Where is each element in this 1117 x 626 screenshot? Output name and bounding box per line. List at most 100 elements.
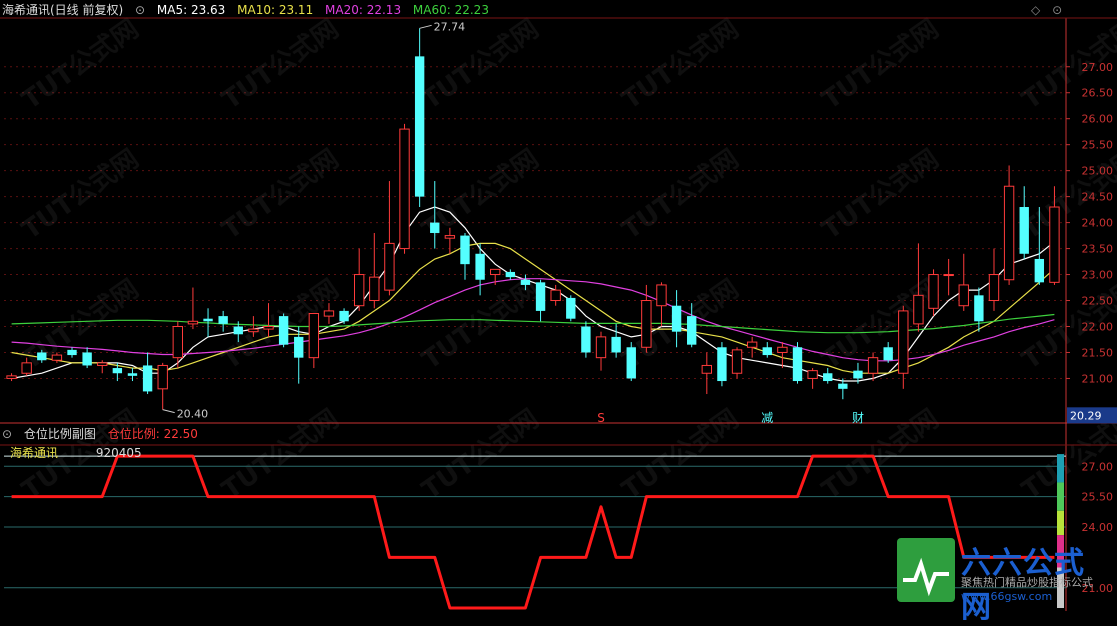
candle-body-up [399, 128, 410, 250]
candle-body-up [354, 274, 365, 307]
sub-level-bar-segment [1057, 482, 1064, 511]
stock-title: 海希通讯(日线 前复权) [2, 3, 124, 17]
candle-body-down [430, 222, 440, 233]
ma5-label: MA5: 23.63 [156, 3, 226, 17]
candle-body-up [928, 274, 939, 309]
candle-body-down [112, 368, 123, 374]
signal-reduce-marker: 减 [761, 411, 773, 425]
candle-body-down [67, 349, 77, 356]
candle-body-down [853, 370, 863, 379]
candle-body-down [671, 305, 682, 332]
logo-mark-icon [897, 538, 955, 602]
candle-body-down [278, 316, 289, 345]
diamond-icon[interactable]: ◇ [1031, 3, 1040, 17]
candle-body-down [1034, 258, 1045, 283]
main-y-tick-label: 24.50 [1082, 191, 1114, 204]
candle-body-up [248, 328, 259, 333]
candle-body-down [974, 295, 984, 322]
site-logo: 六六公式网 聚焦热门精品炒股指标公式 www.66gsw.com [897, 538, 1111, 625]
candle-body-up [595, 336, 607, 359]
settings-icon[interactable]: ⊙ [1052, 3, 1062, 17]
price-tag-label: 20.29 [1070, 409, 1102, 422]
sub-level-bar-segment [1057, 454, 1064, 483]
candle-body-down [626, 347, 636, 379]
chart-background [0, 0, 1117, 611]
candle-body-up [1049, 206, 1060, 283]
candle-body-down [460, 235, 470, 265]
candle-body-up [263, 325, 274, 330]
candle-body-up [308, 313, 320, 359]
candle-body-up [187, 320, 199, 325]
legend-stock-code: 920405 [95, 446, 142, 460]
candle-body-down [520, 279, 531, 285]
candle-body-up [641, 300, 652, 348]
candle-body-up [807, 370, 818, 379]
sub-collapse-icon[interactable]: ⊙ [2, 427, 12, 441]
candle-body-down [37, 352, 47, 361]
sub-level-bar-segment [1057, 510, 1064, 536]
main-y-tick-label: 26.00 [1082, 113, 1114, 126]
candle-body-down [82, 352, 92, 366]
main-y-tick-label: 27.00 [1082, 61, 1114, 74]
sub-y-tick-label: 24.00 [1082, 521, 1114, 534]
candle-body-up [867, 357, 879, 374]
candle-body-down [505, 271, 516, 278]
candle-body-up [913, 294, 924, 325]
candle-body-up [51, 354, 63, 361]
main-y-tick-label: 21.50 [1082, 346, 1114, 359]
candle-body-up [943, 274, 954, 277]
main-y-tick-label: 21.00 [1082, 372, 1114, 385]
main-y-tick-label: 22.00 [1082, 320, 1114, 333]
candle-body-up [656, 284, 667, 307]
candle-body-up [384, 242, 395, 291]
window-controls: ◇ ⊙ [1031, 0, 1070, 20]
candle-body-down [475, 253, 485, 280]
candle-body-up [988, 274, 1000, 302]
candle-body-up [701, 364, 712, 374]
candle-body-up [157, 364, 168, 390]
logo-subtitle: 聚焦热门精品炒股指标公式 [961, 576, 1093, 589]
candle-body-down [611, 336, 621, 353]
candle-body-down [1019, 207, 1029, 254]
candle-body-up [550, 289, 561, 302]
candle-body-down [838, 383, 848, 389]
signal-cai-marker: 财 [852, 411, 864, 425]
main-y-tick-label: 25.00 [1082, 165, 1114, 178]
candle-body-up [777, 346, 788, 353]
candle-body-up [369, 276, 380, 302]
kline-chart[interactable]: TUT公式网 TUT公式网 TUT公式网 TUT公式网 TUT公式网 TUT公式网TUT公… [0, 0, 1117, 611]
candle-body-down [566, 297, 576, 319]
candle-body-down [581, 326, 591, 353]
ma10-label: MA10: 23.11 [237, 3, 314, 17]
candle-body-up [444, 235, 456, 239]
candle-body-down [762, 347, 772, 356]
candle-body-up [1003, 185, 1015, 281]
candle-body-down [883, 347, 893, 361]
collapse-icon[interactable]: ⊙ [135, 3, 145, 17]
candle-body-up [172, 325, 183, 359]
sub-y-tick-label: 27.00 [1082, 460, 1114, 473]
candle-body-down [414, 56, 425, 197]
legend-stock-name: 海希通讯 [10, 446, 59, 460]
logo-wave-icon [903, 557, 949, 597]
logo-url: www.66gsw.com [961, 590, 1053, 603]
candle-body-down [142, 365, 153, 392]
candle-body-down [792, 347, 803, 382]
candle-body-up [97, 362, 108, 366]
position-indicator-label: 仓位比例: 22.50 [107, 427, 198, 441]
candle-body-up [490, 268, 501, 276]
main-y-tick-label: 22.50 [1082, 295, 1114, 308]
candle-body-up [898, 310, 909, 374]
sub-y-tick-label: 25.50 [1082, 491, 1114, 504]
candle-body-up [731, 349, 743, 374]
low-label: 20.40 [177, 408, 209, 421]
main-y-tick-label: 23.50 [1082, 243, 1114, 256]
main-header: 海希通讯(日线 前复权) ⊙ MA5: 23.63 MA10: 23.11 MA… [2, 0, 497, 20]
sub-header: ⊙ 仓位比例副图 仓位比例: 22.50 [2, 424, 206, 444]
candle-body-up [746, 341, 758, 348]
candle-body-up [323, 310, 335, 317]
candle-body-down [717, 347, 727, 382]
candle-body-down [218, 316, 228, 324]
candle-body-down [203, 318, 213, 322]
candle-body-up [21, 362, 32, 374]
